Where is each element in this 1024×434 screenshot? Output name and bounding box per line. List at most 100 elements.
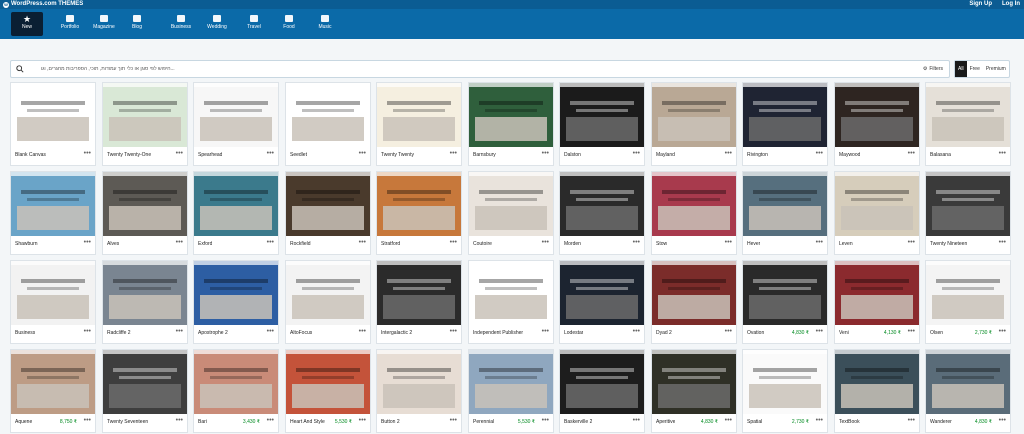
more-options-icon[interactable]: •••	[84, 417, 91, 424]
theme-screenshot[interactable]	[11, 172, 95, 236]
theme-screenshot[interactable]	[835, 350, 919, 414]
more-options-icon[interactable]: •••	[84, 328, 91, 335]
theme-screenshot[interactable]	[194, 261, 278, 325]
more-options-icon[interactable]: •••	[450, 150, 457, 157]
theme-card[interactable]: Aquene 8,750 ₹ •••	[10, 349, 96, 433]
theme-screenshot[interactable]	[835, 261, 919, 325]
theme-screenshot[interactable]	[560, 261, 644, 325]
theme-card[interactable]: Wanderer 4,830 ₹ •••	[925, 349, 1011, 433]
theme-screenshot[interactable]	[103, 172, 187, 236]
more-options-icon[interactable]: •••	[999, 328, 1006, 335]
theme-card[interactable]: TextBook •••	[834, 349, 920, 433]
more-options-icon[interactable]: •••	[359, 417, 366, 424]
theme-screenshot[interactable]	[377, 172, 461, 236]
filters-button[interactable]: ⚙ Filters	[923, 61, 943, 78]
theme-screenshot[interactable]	[469, 261, 553, 325]
more-options-icon[interactable]: •••	[450, 328, 457, 335]
more-options-icon[interactable]: •••	[267, 239, 274, 246]
tab-business[interactable]: Business	[165, 12, 197, 36]
theme-screenshot[interactable]	[926, 172, 1010, 236]
sign-up-link[interactable]: Sign Up	[969, 0, 992, 9]
theme-screenshot[interactable]	[469, 172, 553, 236]
more-options-icon[interactable]: •••	[908, 239, 915, 246]
theme-card[interactable]: Independent Publisher •••	[468, 260, 554, 344]
more-options-icon[interactable]: •••	[267, 417, 274, 424]
more-options-icon[interactable]: •••	[267, 328, 274, 335]
more-options-icon[interactable]: •••	[84, 239, 91, 246]
more-options-icon[interactable]: •••	[725, 417, 732, 424]
pricing-all[interactable]: All	[955, 61, 967, 77]
theme-card[interactable]: Perennial 5,530 ₹ •••	[468, 349, 554, 433]
theme-card[interactable]: Radcliffe 2 •••	[102, 260, 188, 344]
more-options-icon[interactable]: •••	[450, 417, 457, 424]
tab-travel[interactable]: Travel	[238, 12, 270, 36]
theme-screenshot[interactable]	[103, 261, 187, 325]
theme-card[interactable]: Dyad 2 •••	[651, 260, 737, 344]
theme-card[interactable]: Alves •••	[102, 171, 188, 255]
theme-screenshot[interactable]	[743, 350, 827, 414]
theme-card[interactable]: Aperitive 4,830 ₹ •••	[651, 349, 737, 433]
more-options-icon[interactable]: •••	[359, 239, 366, 246]
theme-card[interactable]: Ovation 4,830 ₹ •••	[742, 260, 828, 344]
theme-card[interactable]: Olsen 2,730 ₹ •••	[925, 260, 1011, 344]
theme-screenshot[interactable]	[560, 350, 644, 414]
search-input[interactable]: חיפוש לפי סוגן או כלי תוך עמודות, תוכי, …	[10, 60, 950, 78]
theme-screenshot[interactable]	[652, 172, 736, 236]
more-options-icon[interactable]: •••	[84, 150, 91, 157]
tab-magazine[interactable]: Magazine	[88, 12, 120, 36]
more-options-icon[interactable]: •••	[999, 239, 1006, 246]
theme-screenshot[interactable]	[560, 83, 644, 147]
theme-screenshot[interactable]	[194, 172, 278, 236]
theme-screenshot[interactable]	[835, 172, 919, 236]
more-options-icon[interactable]: •••	[267, 150, 274, 157]
theme-screenshot[interactable]	[652, 83, 736, 147]
theme-card[interactable]: Blank Canvas •••	[10, 82, 96, 166]
more-options-icon[interactable]: •••	[908, 417, 915, 424]
more-options-icon[interactable]: •••	[816, 417, 823, 424]
theme-card[interactable]: Shawburn •••	[10, 171, 96, 255]
more-options-icon[interactable]: •••	[542, 150, 549, 157]
tab-wedding[interactable]: Wedding	[201, 12, 233, 36]
theme-card[interactable]: Intergalactic 2 •••	[376, 260, 462, 344]
more-options-icon[interactable]: •••	[542, 239, 549, 246]
theme-card[interactable]: Morden •••	[559, 171, 645, 255]
more-options-icon[interactable]: •••	[176, 239, 183, 246]
more-options-icon[interactable]: •••	[450, 239, 457, 246]
theme-screenshot[interactable]	[926, 261, 1010, 325]
more-options-icon[interactable]: •••	[999, 150, 1006, 157]
more-options-icon[interactable]: •••	[816, 150, 823, 157]
theme-screenshot[interactable]	[926, 350, 1010, 414]
theme-screenshot[interactable]	[194, 83, 278, 147]
theme-card[interactable]: Rockfield •••	[285, 171, 371, 255]
theme-screenshot[interactable]	[286, 261, 370, 325]
theme-card[interactable]: Seedlet •••	[285, 82, 371, 166]
more-options-icon[interactable]: •••	[359, 150, 366, 157]
theme-card[interactable]: Spatial 2,730 ₹ •••	[742, 349, 828, 433]
theme-screenshot[interactable]	[652, 350, 736, 414]
tab-music[interactable]: Music	[309, 12, 341, 36]
theme-card[interactable]: Button 2 •••	[376, 349, 462, 433]
theme-card[interactable]: Twenty Seventeen •••	[102, 349, 188, 433]
tab-food[interactable]: Food	[273, 12, 305, 36]
brand-logo[interactable]: W WordPress.com THEMES	[3, 0, 83, 9]
theme-screenshot[interactable]	[103, 83, 187, 147]
more-options-icon[interactable]: •••	[725, 239, 732, 246]
more-options-icon[interactable]: •••	[999, 417, 1006, 424]
theme-card[interactable]: Mayland •••	[651, 82, 737, 166]
more-options-icon[interactable]: •••	[816, 239, 823, 246]
theme-screenshot[interactable]	[377, 261, 461, 325]
more-options-icon[interactable]: •••	[176, 417, 183, 424]
theme-card[interactable]: Coutoire •••	[468, 171, 554, 255]
theme-card[interactable]: Balasana •••	[925, 82, 1011, 166]
theme-screenshot[interactable]	[743, 172, 827, 236]
theme-card[interactable]: Spearhead •••	[193, 82, 279, 166]
tab-new[interactable]: ★ New	[11, 12, 43, 36]
theme-screenshot[interactable]	[560, 172, 644, 236]
more-options-icon[interactable]: •••	[633, 239, 640, 246]
theme-screenshot[interactable]	[286, 172, 370, 236]
theme-screenshot[interactable]	[835, 83, 919, 147]
tab-blog[interactable]: Blog	[121, 12, 153, 36]
theme-card[interactable]: Leven •••	[834, 171, 920, 255]
theme-card[interactable]: Stow •••	[651, 171, 737, 255]
theme-card[interactable]: Barnsbury •••	[468, 82, 554, 166]
